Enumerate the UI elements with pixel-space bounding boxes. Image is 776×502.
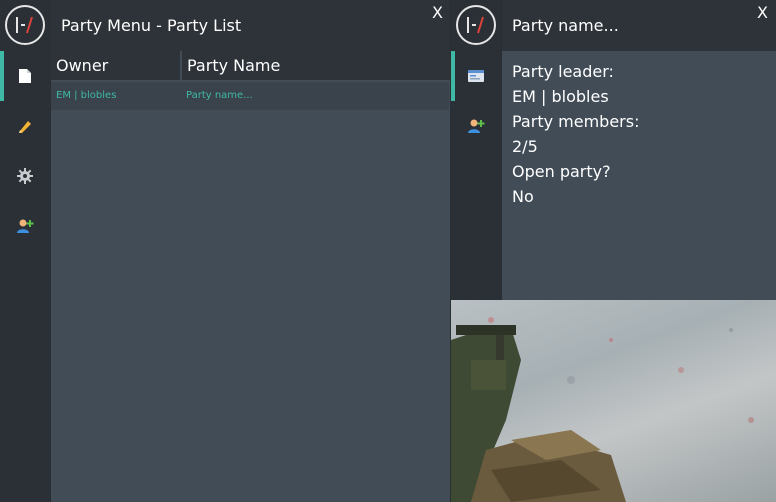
id-card-icon [468, 70, 484, 82]
party-list-window: Party Menu - Party List X Owner Party Na… [0, 0, 450, 502]
party-info-window: Party name... X Party leader: EM | blobl… [451, 0, 776, 300]
sidebar [0, 51, 50, 502]
column-header-party-name[interactable]: Party Name [182, 51, 450, 80]
party-info-content: Party leader: EM | blobles Party members… [502, 51, 776, 300]
party-members-value: 2/5 [512, 137, 538, 156]
column-header-owner[interactable]: Owner [51, 51, 180, 80]
open-party-value: No [512, 187, 534, 206]
open-party-label: Open party? [512, 162, 611, 181]
window-title: Party Menu - Party List [51, 0, 450, 51]
party-list-content: Owner Party Name EM | blobles Party name… [51, 51, 450, 502]
game-viewport [451, 300, 776, 502]
add-user-icon [468, 119, 485, 133]
logo-icon [456, 5, 496, 45]
sidebar [451, 51, 501, 300]
sidebar-item-party-list[interactable] [0, 51, 50, 101]
close-button[interactable]: X [432, 3, 443, 22]
pencil-icon [19, 121, 31, 133]
row-party-name: Party name... [186, 90, 253, 101]
document-icon [19, 69, 31, 83]
gear-icon [17, 168, 33, 184]
sidebar-item-edit[interactable] [0, 101, 50, 151]
row-owner: EM | blobles [56, 90, 117, 101]
close-button[interactable]: X [757, 3, 768, 22]
sidebar-item-invite[interactable] [451, 101, 501, 151]
add-user-icon [17, 219, 34, 233]
sidebar-item-party-info[interactable] [451, 51, 501, 101]
party-leader-label: Party leader: [512, 62, 614, 81]
window-title: Party name... [502, 0, 776, 51]
party-leader-value: EM | blobles [512, 87, 609, 106]
table-row[interactable]: EM | blobles Party name... [51, 82, 449, 110]
logo [451, 0, 501, 50]
logo-icon [5, 5, 45, 45]
game-scene-art [451, 317, 754, 502]
sidebar-item-invite[interactable] [0, 201, 50, 251]
party-members-label: Party members: [512, 112, 640, 131]
sidebar-item-settings[interactable] [0, 151, 50, 201]
logo [0, 0, 50, 50]
